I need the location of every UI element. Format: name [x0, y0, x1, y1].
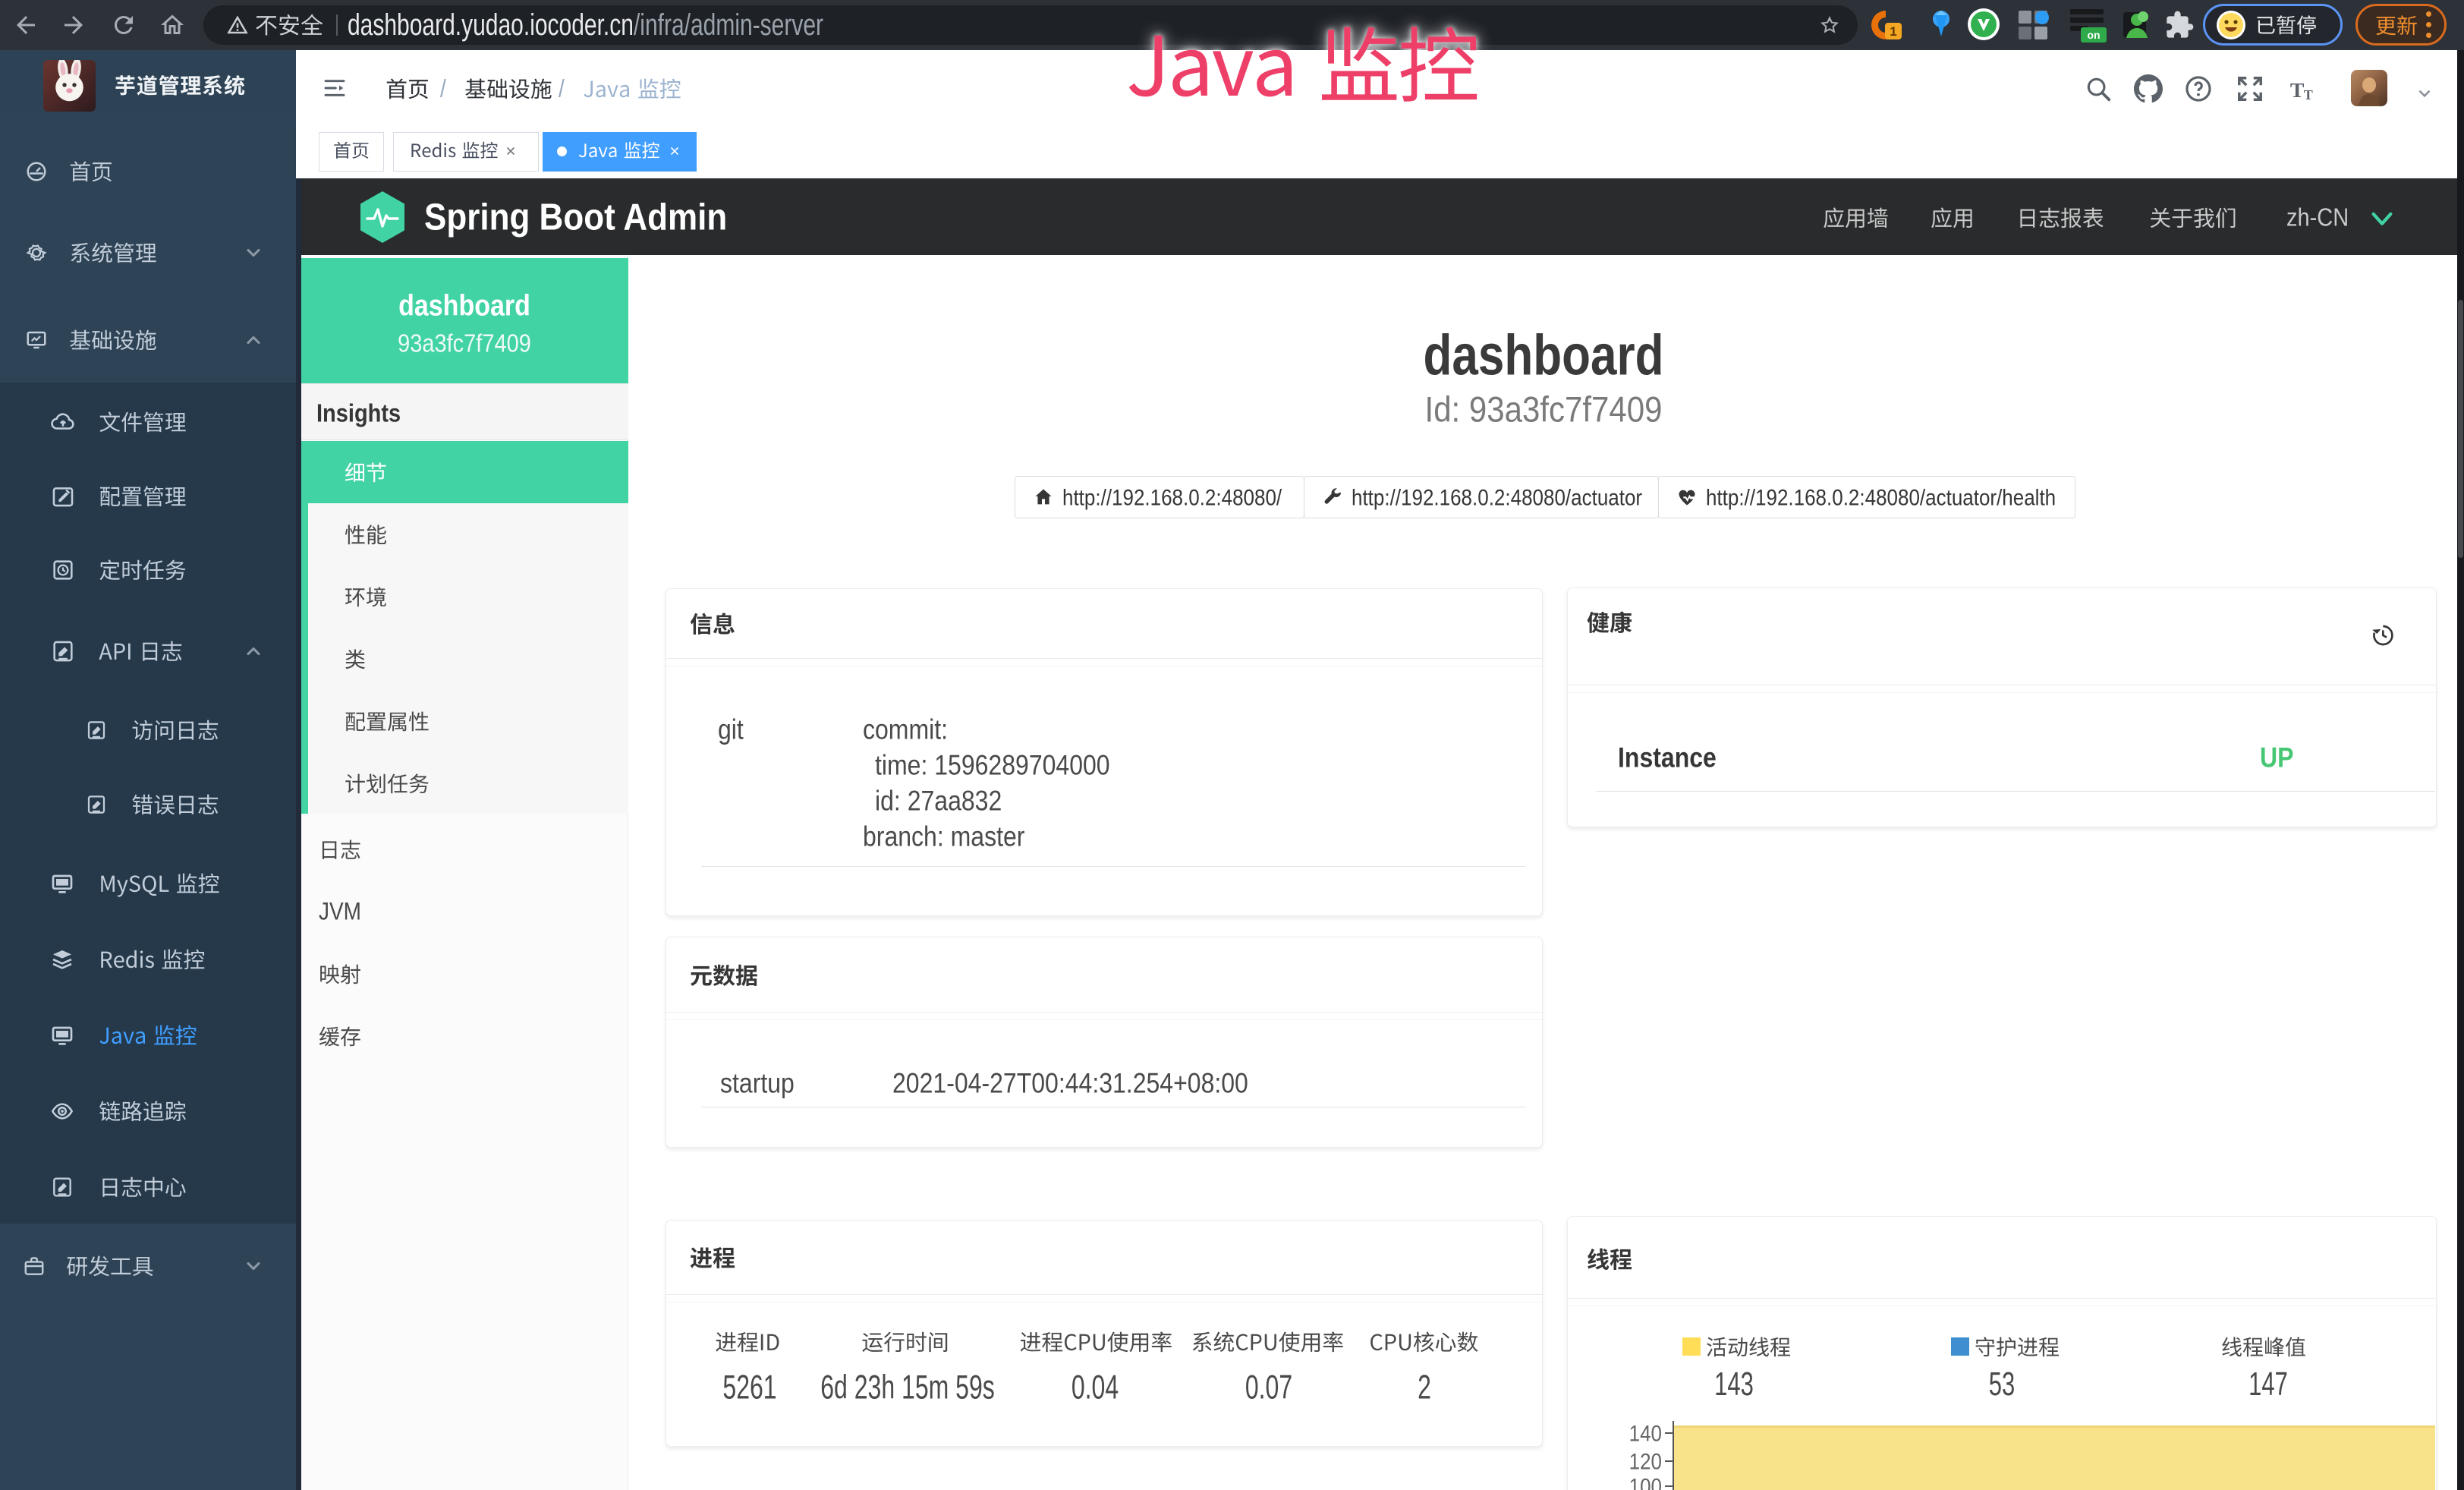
svg-text:T: T — [2290, 79, 2305, 102]
svg-text:T: T — [2304, 87, 2313, 102]
svg-text:on: on — [2087, 29, 2100, 41]
svg-text:1: 1 — [1890, 24, 1896, 39]
